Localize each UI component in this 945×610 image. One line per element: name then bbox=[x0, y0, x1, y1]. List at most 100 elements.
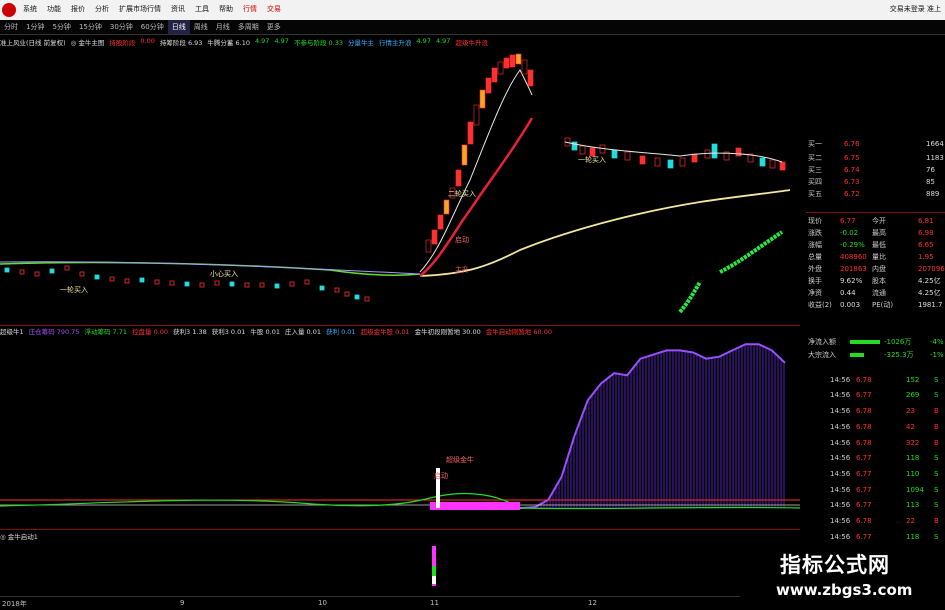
tick-row[interactable]: 14:56 6.77 118 S bbox=[826, 529, 945, 545]
candle bbox=[289, 281, 295, 287]
quote-row: 买二 6.75 1183 bbox=[806, 152, 945, 164]
period-tab[interactable]: 更多 bbox=[263, 20, 285, 34]
main-legend-item: 行情主升浪 bbox=[378, 39, 412, 47]
bid-volume: 76 bbox=[926, 166, 935, 174]
sub-signal-label: 启动 bbox=[434, 471, 448, 480]
candle bbox=[667, 159, 674, 169]
sub-legend-item: 超级金牛股 0.01 bbox=[360, 328, 410, 336]
period-tab[interactable]: 15分钟 bbox=[75, 20, 106, 34]
float-chips-line bbox=[0, 492, 801, 510]
menu-item[interactable]: 帮助 bbox=[214, 4, 238, 14]
bid-price: 6.76 bbox=[844, 140, 860, 148]
bid-volume: 1183 bbox=[926, 154, 944, 162]
tick-row[interactable]: 14:56 6.78 42 B bbox=[826, 419, 945, 435]
stat-value: 4.25亿 bbox=[918, 289, 941, 297]
tick-s: S bbox=[934, 501, 939, 510]
period-tab[interactable]: 月线 bbox=[212, 20, 234, 34]
stat-value: 4.25亿 bbox=[918, 277, 941, 285]
ma-lightgreen-line bbox=[678, 230, 784, 314]
menu-item[interactable]: 功能 bbox=[42, 4, 66, 14]
sub-indicator-chart[interactable]: 超级金牛启动涨跌 bbox=[0, 338, 806, 528]
tick-s: S bbox=[934, 532, 939, 541]
period-tab[interactable]: 周线 bbox=[190, 20, 212, 34]
tick-p: 6.78 bbox=[856, 422, 872, 431]
candle bbox=[124, 278, 130, 284]
bid-label: 买四 bbox=[808, 178, 822, 186]
candle bbox=[214, 280, 220, 286]
stat-label: 现价 bbox=[808, 217, 822, 225]
tick-row[interactable]: 14:56 6.78 322 B bbox=[826, 435, 945, 451]
candle bbox=[19, 269, 25, 275]
quote-row: 买五 6.72 889 bbox=[806, 188, 945, 200]
period-tab[interactable]: 分时 bbox=[0, 20, 22, 34]
period-tab[interactable]: 1分钟 bbox=[22, 20, 48, 34]
candle bbox=[34, 271, 40, 277]
tick-v: 152 bbox=[906, 375, 920, 384]
rise-label: 主升 bbox=[455, 265, 469, 274]
menu-item[interactable]: 资讯 bbox=[166, 4, 190, 14]
menu-item-highlight[interactable]: 交易 bbox=[262, 4, 286, 14]
candle bbox=[79, 271, 85, 277]
candle bbox=[139, 277, 145, 283]
candle bbox=[579, 145, 586, 155]
tick-s: S bbox=[934, 375, 939, 384]
candle bbox=[467, 121, 474, 145]
tick-p: 6.78 bbox=[856, 438, 872, 447]
watermark: 指标公式网 www.zbgs3.com bbox=[740, 547, 945, 609]
candle bbox=[599, 144, 606, 154]
candle bbox=[199, 282, 205, 288]
tick-v: 42 bbox=[906, 422, 915, 431]
tick-row[interactable]: 14:56 6.77 118 S bbox=[826, 451, 945, 467]
quote-divider bbox=[806, 212, 945, 213]
tick-row[interactable]: 14:56 6.77 269 S bbox=[826, 388, 945, 404]
chips-line bbox=[430, 343, 786, 509]
menu-item[interactable]: 扩展市场行情 bbox=[114, 4, 166, 14]
tick-row[interactable]: 14:56 6.77 110 S bbox=[826, 466, 945, 482]
menu-item[interactable]: 报价 bbox=[66, 4, 90, 14]
tick-row[interactable]: 14:56 6.78 23 B bbox=[826, 403, 945, 419]
candle bbox=[497, 61, 504, 75]
menu-item[interactable]: 分析 bbox=[90, 4, 114, 14]
stat-label: 股本 bbox=[872, 277, 886, 285]
menu-item[interactable]: 系统 bbox=[18, 4, 42, 14]
period-tab[interactable]: 日线 bbox=[167, 20, 190, 34]
main-price-chart[interactable]: 一轮买入小心买入二轮买入启动主升一轮买入 bbox=[0, 50, 806, 324]
tick-t: 14:56 bbox=[830, 391, 851, 400]
third-indicator-chart[interactable] bbox=[0, 540, 806, 596]
candle bbox=[354, 294, 360, 300]
tick-row[interactable]: 14:56 6.77 1094 S bbox=[826, 482, 945, 498]
candle bbox=[589, 147, 596, 157]
stat-value: 201863 bbox=[840, 265, 867, 273]
tick-row[interactable]: 14:56 6.77 113 S bbox=[826, 498, 945, 514]
candle bbox=[527, 69, 534, 87]
flow-label: 大宗流入 bbox=[808, 351, 836, 359]
main-legend-item: 分量牛主 bbox=[347, 39, 374, 47]
candle bbox=[485, 77, 492, 94]
start-bar bbox=[432, 576, 436, 584]
sub-legend-item: 获利3 0.01 bbox=[211, 328, 246, 336]
period-tab[interactable]: 多周期 bbox=[234, 20, 263, 34]
stat-value: 207096 bbox=[918, 265, 945, 273]
candle bbox=[711, 143, 718, 159]
period-tab[interactable]: 30分钟 bbox=[106, 20, 137, 34]
main-legend-item: 4.97 bbox=[435, 37, 451, 45]
menu-item[interactable]: 工具 bbox=[190, 4, 214, 14]
candle bbox=[437, 214, 444, 230]
stat-label: 总量 bbox=[808, 253, 822, 261]
tick-t: 14:56 bbox=[830, 407, 851, 416]
tick-row[interactable]: 14:56 6.78 22 B bbox=[826, 513, 945, 529]
candle bbox=[244, 282, 250, 288]
tick-s: B bbox=[934, 422, 939, 431]
tick-s: S bbox=[934, 469, 939, 478]
period-tab[interactable]: 5分钟 bbox=[48, 20, 74, 34]
candle bbox=[229, 281, 235, 287]
flow-bar bbox=[850, 353, 864, 357]
quote-row: 换手 9.62% 股本 4.25亿 bbox=[806, 275, 945, 287]
stat-label: 涨跌 bbox=[808, 229, 822, 237]
menu-item-highlight[interactable]: 行情 bbox=[238, 4, 262, 14]
tick-row[interactable]: 14:56 6.78 152 S bbox=[826, 372, 945, 388]
candle bbox=[425, 239, 432, 253]
period-tab[interactable]: 60分钟 bbox=[137, 20, 168, 34]
sub-legend-item: 超级牛1 bbox=[0, 328, 24, 336]
tick-p: 6.77 bbox=[856, 391, 872, 400]
